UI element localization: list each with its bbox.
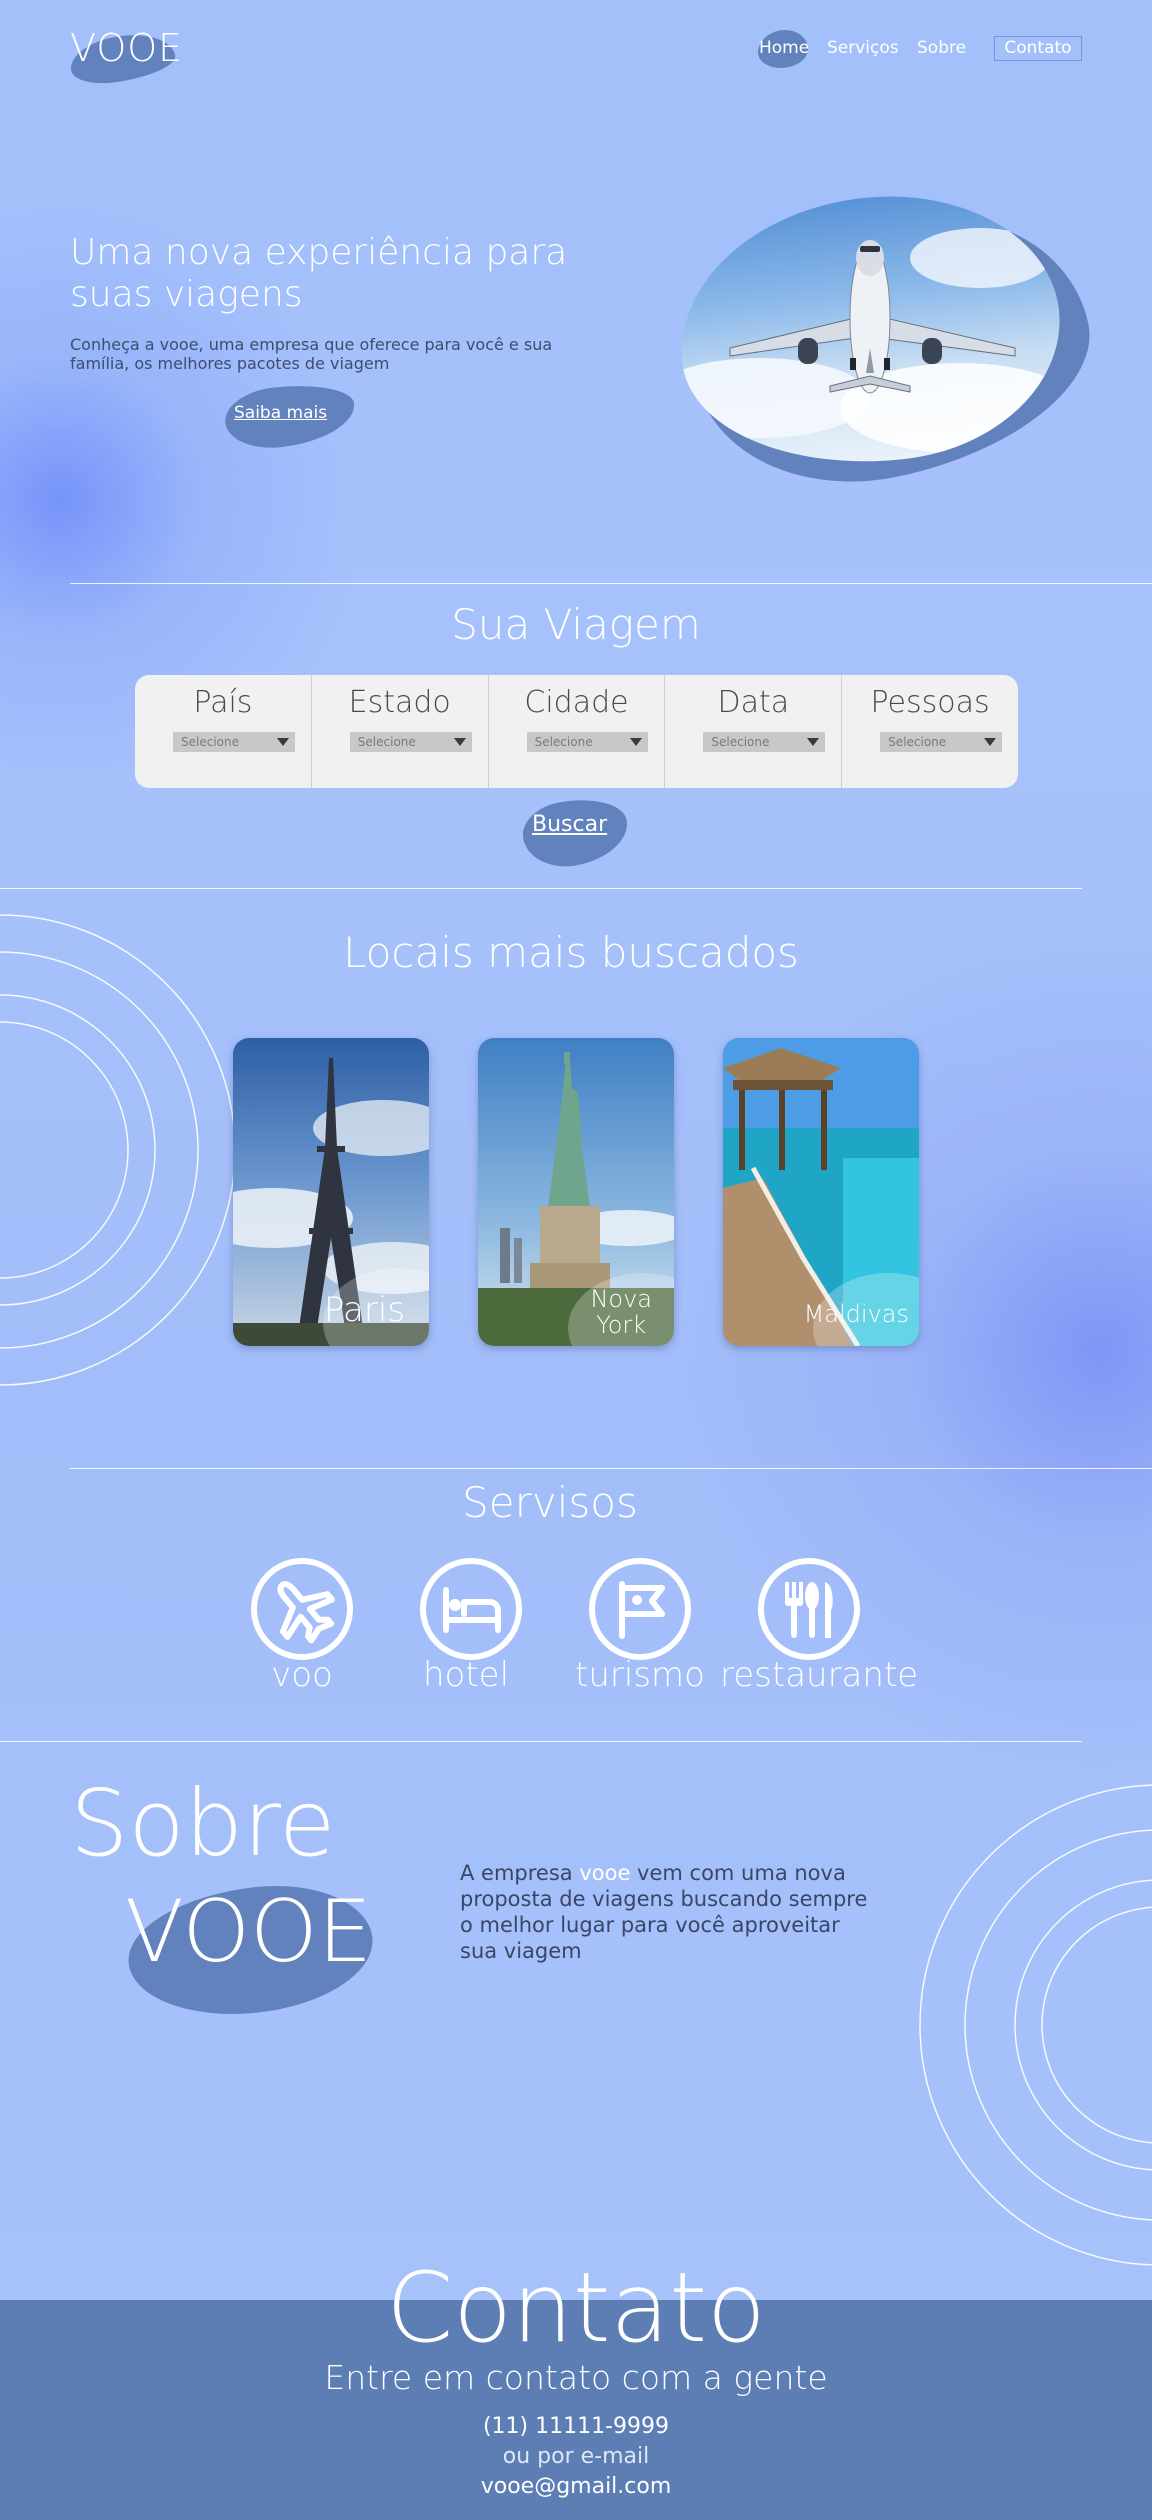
search-field-label: Cidade xyxy=(524,685,629,720)
destination-card-paris[interactable]: Paris xyxy=(233,1038,429,1346)
chevron-down-icon xyxy=(807,738,820,746)
card-label-maldivas: Maldivas xyxy=(803,1300,909,1328)
destination-card-nova-york[interactable]: Nova York xyxy=(478,1038,674,1346)
airplane-photo xyxy=(667,178,1073,482)
pessoas-select[interactable]: Selecione xyxy=(880,732,1002,752)
chevron-down-icon xyxy=(630,738,643,746)
select-placeholder: Selecione xyxy=(711,735,770,749)
logo[interactable]: VOOE xyxy=(70,26,183,70)
search-field-estado: Estado Selecione xyxy=(312,675,489,788)
divider-search xyxy=(0,888,1082,889)
decorative-arcs-left xyxy=(0,914,236,1386)
cidade-select[interactable]: Selecione xyxy=(526,732,649,752)
sobre-brand-highlight: vooe xyxy=(579,1861,631,1885)
search-field-pais: País Selecione xyxy=(135,675,312,788)
search-field-label: Pessoas xyxy=(870,685,990,720)
contact-or-text: ou por e-mail xyxy=(502,2444,650,2469)
vooe-brand: VOOE xyxy=(125,1882,373,1982)
saiba-mais-link[interactable]: Saiba mais xyxy=(234,403,327,423)
estado-select[interactable]: Selecione xyxy=(349,732,472,752)
contact-phone[interactable]: (11) 11111-9999 xyxy=(0,2414,1152,2439)
sobre-title: Sobre xyxy=(70,1770,336,1877)
contato-subtitle: Entre em contato com a gente xyxy=(324,2358,828,2397)
sobre-text-part: A empresa xyxy=(460,1861,580,1885)
divider-services xyxy=(0,1741,1082,1742)
search-field-pessoas: Pessoas Selecione xyxy=(842,675,1018,788)
hero-title: Uma nova experiência para suas viagens xyxy=(70,232,568,315)
chevron-down-icon xyxy=(983,738,996,746)
contact-email[interactable]: vooe@gmail.com xyxy=(0,2474,1152,2499)
flag-icon[interactable] xyxy=(589,1558,691,1660)
nav-contato-button[interactable]: Contato xyxy=(994,36,1082,61)
card-label-nova-york: Nova York xyxy=(590,1286,652,1338)
service-label-restaurante: restaurante xyxy=(720,1655,919,1695)
card-label-line: Nova xyxy=(590,1285,652,1313)
search-section-title: Sua Viagem xyxy=(451,600,701,649)
service-label-hotel: hotel xyxy=(422,1655,510,1695)
search-field-cidade: Cidade Selecione xyxy=(489,675,666,788)
data-select[interactable]: Selecione xyxy=(703,732,826,752)
hero-subtitle: Conheça a vooe, uma empresa que oferece … xyxy=(70,335,553,373)
decorative-arcs-right xyxy=(919,1784,1152,2266)
airplane-icon[interactable] xyxy=(251,1558,353,1660)
search-form: País Selecione Estado Selecione Cidade S… xyxy=(135,675,1018,788)
select-placeholder: Selecione xyxy=(534,735,593,749)
cutlery-icon[interactable] xyxy=(758,1558,860,1660)
service-label-turismo: turismo xyxy=(575,1655,705,1695)
contato-title: Contato xyxy=(386,2252,766,2364)
chevron-down-icon xyxy=(453,738,466,746)
nav-home[interactable]: Home xyxy=(759,38,809,58)
chevron-down-icon xyxy=(276,738,289,746)
sobre-description: A empresa vooe vem com uma nova proposta… xyxy=(460,1860,880,1964)
search-field-label: Estado xyxy=(348,685,451,720)
nav-sobre[interactable]: Sobre xyxy=(917,38,966,58)
card-label-line: York xyxy=(596,1311,647,1339)
divider-hero xyxy=(70,583,1152,584)
destination-card-maldivas[interactable]: Maldivas xyxy=(723,1038,919,1346)
services-section-title: Servisos xyxy=(462,1478,638,1527)
search-field-label: Data xyxy=(717,685,790,720)
card-label-paris: Paris xyxy=(324,1290,405,1330)
nav-servicos[interactable]: Serviços xyxy=(827,38,899,58)
locais-section-title: Locais mais buscados xyxy=(343,928,799,977)
buscar-button[interactable]: Buscar xyxy=(532,812,607,837)
search-field-label: País xyxy=(193,685,253,720)
search-field-data: Data Selecione xyxy=(665,675,843,788)
service-label-voo: voo xyxy=(271,1655,333,1695)
select-placeholder: Selecione xyxy=(181,735,239,749)
select-placeholder: Selecione xyxy=(357,735,416,749)
pais-select[interactable]: Selecione xyxy=(173,732,295,752)
select-placeholder: Selecione xyxy=(888,735,947,749)
divider-locais xyxy=(70,1468,1152,1469)
bed-icon[interactable] xyxy=(420,1558,522,1660)
